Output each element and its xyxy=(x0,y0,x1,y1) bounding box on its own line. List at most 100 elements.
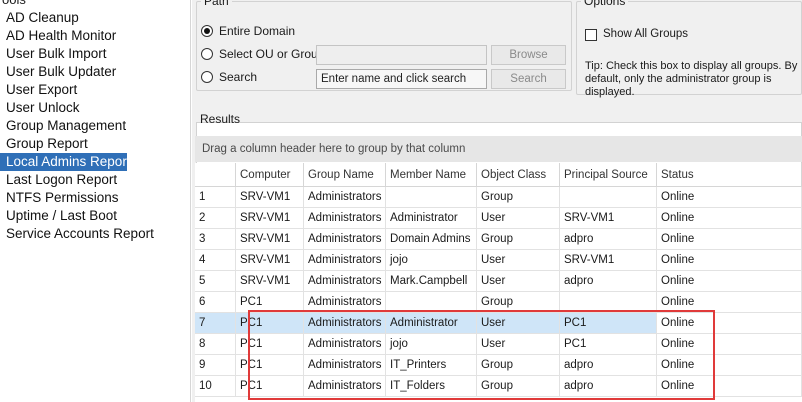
search-input[interactable]: Enter name and click search xyxy=(316,69,487,89)
column-header[interactable]: Object Class xyxy=(477,163,560,186)
table-cell: Online xyxy=(657,376,802,396)
table-cell: Online xyxy=(657,187,802,207)
table-cell: User xyxy=(477,250,560,270)
table-cell: SRV-VM1 xyxy=(236,187,304,207)
table-row[interactable]: 8 PC1 Administrators jojo User PC1 Online xyxy=(195,334,802,355)
row-number: 3 xyxy=(195,229,236,249)
table-cell: Online xyxy=(657,250,802,270)
table-row[interactable]: 10 PC1 Administrators IT_Folders Group adpro O… xyxy=(195,376,802,397)
options-tip: Tip: Check this box to display all group… xyxy=(585,60,798,98)
results-grid: Computer Group Name Member Name Object Clas… xyxy=(195,163,802,402)
table-cell: Administrators xyxy=(304,187,386,207)
table-cell xyxy=(386,187,477,207)
table-row[interactable]: 9 PC1 Administrators IT_Printers Group adpro O… xyxy=(195,355,802,376)
column-header[interactable]: Group Name xyxy=(304,163,386,186)
table-cell: Group xyxy=(477,376,560,396)
column-header[interactable]: Status xyxy=(657,163,802,186)
search-radio[interactable] xyxy=(201,71,213,83)
table-cell: SRV-VM1 xyxy=(236,229,304,249)
column-header[interactable]: Computer xyxy=(236,163,304,186)
table-cell: Online xyxy=(657,313,802,333)
table-row[interactable]: 5 SRV-VM1 Administrators Mark.Campbell User a… xyxy=(195,271,802,292)
sidebar-item[interactable]: AD Cleanup xyxy=(0,9,190,27)
table-cell: Administrators xyxy=(304,229,386,249)
table-cell: SRV-VM1 xyxy=(560,208,657,228)
table-row[interactable]: 6 PC1 Administrators Group Online xyxy=(195,292,802,313)
table-cell: Group xyxy=(477,229,560,249)
select-ou-radio[interactable] xyxy=(201,48,213,60)
table-cell: Mark.Campbell xyxy=(386,271,477,291)
table-cell: User xyxy=(477,334,560,354)
table-cell: Online xyxy=(657,229,802,249)
row-number: 9 xyxy=(195,355,236,375)
sidebar-item[interactable]: AD Health Monitor xyxy=(0,27,190,45)
table-cell: User xyxy=(477,208,560,228)
sidebar-item[interactable]: User Bulk Import xyxy=(0,45,190,63)
table-cell: IT_Folders xyxy=(386,376,477,396)
table-cell: SRV-VM1 xyxy=(236,208,304,228)
table-cell: adpro xyxy=(560,229,657,249)
table-cell: Group xyxy=(477,292,560,312)
table-cell: adpro xyxy=(560,376,657,396)
row-number: 4 xyxy=(195,250,236,270)
table-cell: PC1 xyxy=(236,376,304,396)
tools-sidebar: ools AD CleanupAD Health MonitorUser Bul… xyxy=(0,0,191,402)
search-button[interactable]: Search xyxy=(491,69,566,89)
sidebar-item[interactable]: Uptime / Last Boot xyxy=(0,207,190,225)
table-cell: Online xyxy=(657,271,802,291)
row-number: 2 xyxy=(195,208,236,228)
main-panel: Path Entire Domain Select OU or Group Se… xyxy=(192,0,802,402)
sidebar-heading: ools xyxy=(2,0,26,7)
select-ou-radio-row[interactable]: Select OU or Group xyxy=(201,46,324,62)
table-cell: jojo xyxy=(386,250,477,270)
table-header: Computer Group Name Member Name Object Clas… xyxy=(195,163,802,187)
show-all-groups-checkbox[interactable] xyxy=(585,29,597,41)
table-cell: Online xyxy=(657,355,802,375)
row-number: 10 xyxy=(195,376,236,396)
entire-domain-radio[interactable] xyxy=(201,25,213,37)
table-cell: Online xyxy=(657,208,802,228)
table-cell: Administrator xyxy=(386,313,477,333)
table-row[interactable]: 1 SRV-VM1 Administrators Group Online xyxy=(195,187,802,208)
search-radio-row[interactable]: Search xyxy=(201,69,257,85)
path-legend: Path xyxy=(204,0,229,8)
group-by-panel[interactable]: Drag a column header here to group by th… xyxy=(195,136,802,162)
table-row[interactable]: 7 PC1 Administrators Administrator User PC1 On… xyxy=(195,313,802,334)
path-group: Path Entire Domain Select OU or Group Se… xyxy=(196,0,572,91)
table-row[interactable]: 2 SRV-VM1 Administrators Administrator User S… xyxy=(195,208,802,229)
table-row[interactable]: 4 SRV-VM1 Administrators jojo User SRV-VM1 Onl… xyxy=(195,250,802,271)
table-cell: Administrators xyxy=(304,292,386,312)
table-cell: Administrators xyxy=(304,208,386,228)
table-cell: Domain Admins xyxy=(386,229,477,249)
entire-domain-radio-row[interactable]: Entire Domain xyxy=(201,23,295,39)
sidebar-item[interactable]: NTFS Permissions xyxy=(0,189,190,207)
sidebar-item[interactable]: Service Accounts Report xyxy=(0,225,190,243)
row-number: 8 xyxy=(195,334,236,354)
table-cell: PC1 xyxy=(236,355,304,375)
table-cell: Administrators xyxy=(304,355,386,375)
sidebar-item[interactable]: Last Logon Report xyxy=(0,171,190,189)
sidebar-item[interactable]: Local Admins Report xyxy=(0,153,131,171)
row-number-header xyxy=(195,163,236,186)
sidebar-item[interactable]: User Export xyxy=(0,81,190,99)
table-cell: PC1 xyxy=(236,313,304,333)
row-number: 6 xyxy=(195,292,236,312)
sidebar-item[interactable]: User Bulk Updater xyxy=(0,63,190,81)
show-all-groups-label: Show All Groups xyxy=(603,28,689,40)
column-header[interactable]: Member Name xyxy=(386,163,477,186)
options-legend: Options xyxy=(584,0,626,8)
column-header[interactable]: Principal Source xyxy=(560,163,657,186)
options-group: Options Show All Groups Tip: Check this … xyxy=(576,0,802,98)
tools-list: AD Cleanup AD Health Monitor User Bulk Imp… xyxy=(0,9,190,243)
ou-input[interactable] xyxy=(316,45,487,65)
table-row[interactable]: 3 SRV-VM1 Administrators Domain Admins Group… xyxy=(195,229,802,250)
table-cell: PC1 xyxy=(560,313,657,333)
browse-button[interactable]: Browse xyxy=(491,45,566,65)
table-cell: Online xyxy=(657,334,802,354)
sidebar-item[interactable]: User Unlock xyxy=(0,99,190,117)
table-cell: Administrators xyxy=(304,271,386,291)
table-cell: SRV-VM1 xyxy=(236,271,304,291)
sidebar-item[interactable]: Group Report xyxy=(0,135,190,153)
table-cell xyxy=(560,292,657,312)
sidebar-item[interactable]: Group Management xyxy=(0,117,190,135)
